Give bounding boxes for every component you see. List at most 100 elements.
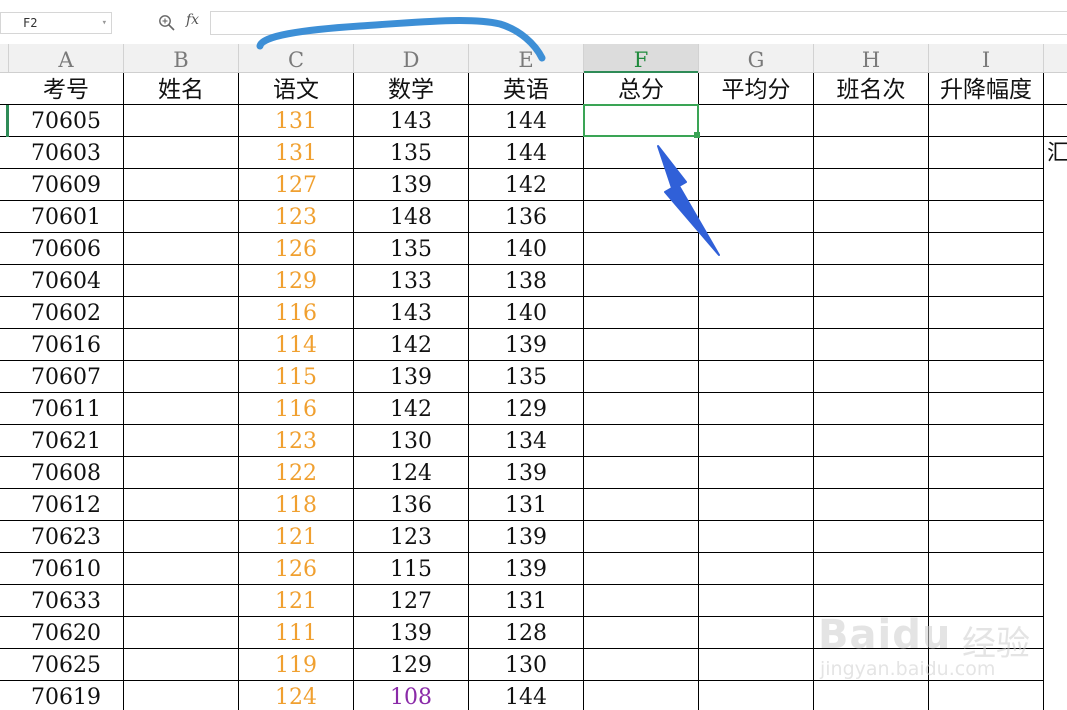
- cell-english[interactable]: 140: [469, 233, 584, 265]
- cell-name[interactable]: [124, 105, 239, 137]
- cell-name[interactable]: [124, 233, 239, 265]
- cell-total[interactable]: [584, 169, 699, 201]
- cell-math[interactable]: 135: [354, 137, 469, 169]
- cell-j[interactable]: [1044, 265, 1067, 297]
- cell-class-rank[interactable]: [814, 361, 929, 393]
- cell-chinese[interactable]: 131: [239, 105, 354, 137]
- cell-j[interactable]: [1044, 169, 1067, 201]
- cell-change[interactable]: [929, 201, 1044, 233]
- cell-total[interactable]: [584, 361, 699, 393]
- cell-j[interactable]: [1044, 521, 1067, 553]
- cell-change[interactable]: [929, 265, 1044, 297]
- cell-total[interactable]: [584, 393, 699, 425]
- fill-handle[interactable]: [694, 132, 700, 138]
- cell-class-rank[interactable]: [814, 521, 929, 553]
- formula-input[interactable]: [210, 11, 1067, 35]
- cell-j[interactable]: [1044, 329, 1067, 361]
- cell-change[interactable]: [929, 489, 1044, 521]
- cell-math[interactable]: 142: [354, 329, 469, 361]
- cell-j[interactable]: [1044, 649, 1067, 681]
- cell-chinese[interactable]: 114: [239, 329, 354, 361]
- cell-total[interactable]: [584, 521, 699, 553]
- cell-math[interactable]: 142: [354, 393, 469, 425]
- cell-exam-id[interactable]: 70602: [9, 297, 124, 329]
- cell-change[interactable]: [929, 553, 1044, 585]
- cell-math[interactable]: 143: [354, 105, 469, 137]
- cell-name[interactable]: [124, 361, 239, 393]
- cell-change[interactable]: [929, 425, 1044, 457]
- cell-total[interactable]: [584, 649, 699, 681]
- selected-cell-F2[interactable]: [583, 104, 699, 137]
- cell-average[interactable]: [699, 105, 814, 137]
- header-cell-a[interactable]: 考号: [9, 73, 124, 105]
- cell-chinese[interactable]: 131: [239, 137, 354, 169]
- cell-j[interactable]: [1044, 553, 1067, 585]
- cell-exam-id[interactable]: 70601: [9, 201, 124, 233]
- select-all-corner[interactable]: [0, 44, 9, 72]
- header-cell-e[interactable]: 英语: [469, 73, 584, 105]
- cell-chinese[interactable]: 119: [239, 649, 354, 681]
- cell-chinese[interactable]: 122: [239, 457, 354, 489]
- cell-english[interactable]: 131: [469, 585, 584, 617]
- column-header-h[interactable]: H: [814, 44, 929, 72]
- cell-name[interactable]: [124, 521, 239, 553]
- cell-exam-id[interactable]: 70606: [9, 233, 124, 265]
- cell-name[interactable]: [124, 137, 239, 169]
- cell-exam-id[interactable]: 70605: [9, 105, 124, 137]
- cell-change[interactable]: [929, 329, 1044, 361]
- cell-change[interactable]: [929, 297, 1044, 329]
- cell-name[interactable]: [124, 617, 239, 649]
- cell-total[interactable]: [584, 585, 699, 617]
- cell-math[interactable]: 130: [354, 425, 469, 457]
- cell-total[interactable]: [584, 233, 699, 265]
- cell-name[interactable]: [124, 201, 239, 233]
- cell-english[interactable]: 134: [469, 425, 584, 457]
- cell-average[interactable]: [699, 329, 814, 361]
- header-cell-f[interactable]: 总分: [584, 73, 699, 105]
- cell-chinese[interactable]: 116: [239, 297, 354, 329]
- cell-average[interactable]: [699, 361, 814, 393]
- cell-english[interactable]: 130: [469, 649, 584, 681]
- cell-english[interactable]: 139: [469, 553, 584, 585]
- cell-english[interactable]: 139: [469, 457, 584, 489]
- column-header-f[interactable]: F: [584, 44, 699, 73]
- cell-name[interactable]: [124, 265, 239, 297]
- cell-class-rank[interactable]: [814, 233, 929, 265]
- cell-chinese[interactable]: 121: [239, 521, 354, 553]
- cell-chinese[interactable]: 124: [239, 681, 354, 710]
- cell-math[interactable]: 139: [354, 361, 469, 393]
- cell-average[interactable]: [699, 425, 814, 457]
- header-cell-g[interactable]: 平均分: [699, 73, 814, 105]
- cell-exam-id[interactable]: 70610: [9, 553, 124, 585]
- cell-chinese[interactable]: 118: [239, 489, 354, 521]
- cell-total[interactable]: [584, 297, 699, 329]
- cell-change[interactable]: [929, 105, 1044, 137]
- cell-math[interactable]: 135: [354, 233, 469, 265]
- cell-chinese[interactable]: 123: [239, 201, 354, 233]
- cell-english[interactable]: 139: [469, 521, 584, 553]
- zoom-icon[interactable]: [158, 14, 176, 32]
- column-header-i[interactable]: I: [929, 44, 1044, 72]
- column-header-g[interactable]: G: [699, 44, 814, 72]
- header-cell-c[interactable]: 语文: [239, 73, 354, 105]
- cell-chinese[interactable]: 126: [239, 233, 354, 265]
- cell-english[interactable]: 144: [469, 681, 584, 710]
- cell-total[interactable]: [584, 329, 699, 361]
- cell-exam-id[interactable]: 70612: [9, 489, 124, 521]
- cell-average[interactable]: [699, 457, 814, 489]
- cell-class-rank[interactable]: [814, 297, 929, 329]
- cell-total[interactable]: [584, 681, 699, 710]
- cell-exam-id[interactable]: 70611: [9, 393, 124, 425]
- cell-average[interactable]: [699, 649, 814, 681]
- cell-total[interactable]: [584, 617, 699, 649]
- column-header-c[interactable]: C: [239, 44, 354, 72]
- cell-name[interactable]: [124, 585, 239, 617]
- cell-exam-id[interactable]: 70609: [9, 169, 124, 201]
- cell-chinese[interactable]: 115: [239, 361, 354, 393]
- cell-class-rank[interactable]: [814, 137, 929, 169]
- cell-average[interactable]: [699, 681, 814, 710]
- cell-j[interactable]: [1044, 201, 1067, 233]
- cell-name[interactable]: [124, 425, 239, 457]
- cell-j[interactable]: [1044, 425, 1067, 457]
- fx-icon[interactable]: fx: [186, 12, 199, 28]
